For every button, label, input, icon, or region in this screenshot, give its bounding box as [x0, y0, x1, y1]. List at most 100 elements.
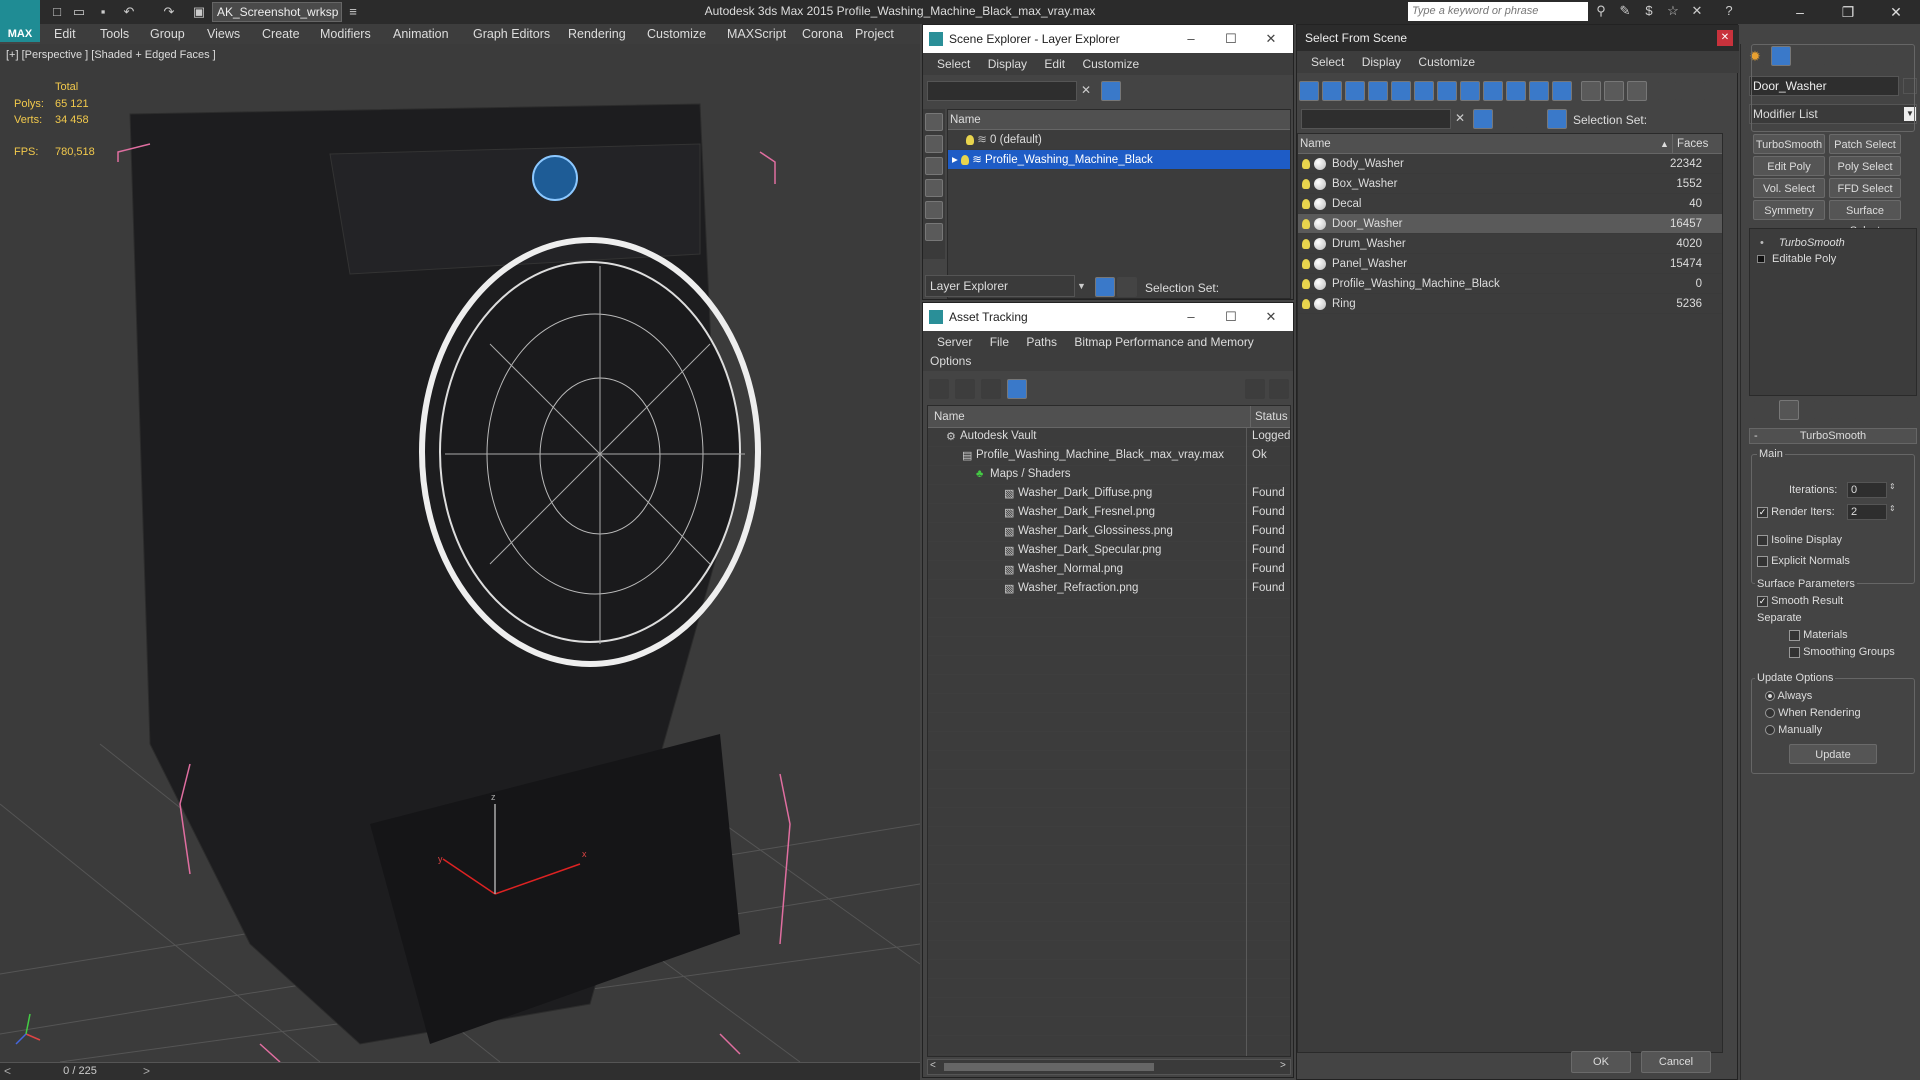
minimize-icon[interactable]: –	[1778, 0, 1822, 24]
spinner-arrows-icon[interactable]: ⇕	[1889, 504, 1896, 513]
maximize-icon[interactable]: ☐	[1211, 303, 1251, 331]
column-faces-header[interactable]: Faces	[1672, 134, 1708, 154]
remove-modifier-icon[interactable]	[1837, 400, 1857, 420]
list-view-icon[interactable]	[955, 379, 975, 399]
display-groups-icon[interactable]	[1437, 81, 1457, 101]
layer-filter-icon[interactable]	[1495, 109, 1515, 129]
time-slider[interactable]: < 0 / 225 >	[0, 1062, 920, 1080]
menu-rendering[interactable]: Rendering	[568, 24, 626, 44]
ffd-select-button[interactable]: FFD Select	[1829, 178, 1901, 198]
select-all-icon[interactable]	[1581, 81, 1601, 101]
minimize-icon[interactable]: –	[1171, 303, 1211, 331]
object-row[interactable]: Drum_Washer 4020	[1298, 234, 1722, 254]
turbosmooth-button[interactable]: TurboSmooth	[1753, 134, 1825, 154]
light-bulb-icon[interactable]	[1302, 199, 1310, 209]
sort-ascending-icon[interactable]: ▲	[1660, 134, 1669, 154]
light-bulb-icon[interactable]	[1302, 159, 1310, 169]
pin-stack-icon[interactable]	[1753, 400, 1773, 420]
light-bulb-icon[interactable]	[1302, 279, 1310, 289]
menu-edit[interactable]: Edit	[54, 24, 76, 44]
asset-row[interactable]: ▧ Washer_Dark_Diffuse.png Found	[928, 485, 1290, 504]
close-icon[interactable]: ✕	[1717, 30, 1733, 46]
horizontal-scrollbar[interactable]: < >	[927, 1059, 1291, 1075]
smoothing-groups-row[interactable]: Smoothing Groups	[1789, 646, 1895, 658]
restore-icon[interactable]: ❐	[1826, 0, 1870, 24]
redo-icon[interactable]: ↷	[160, 3, 178, 21]
light-bulb-icon[interactable]	[1302, 239, 1310, 249]
configure-sets-icon[interactable]	[1889, 400, 1909, 420]
render-iters-spinner[interactable]: 2	[1847, 504, 1887, 520]
light-bulb-icon[interactable]	[966, 134, 974, 145]
maximize-icon[interactable]: ☐	[1211, 25, 1251, 53]
menu-customize[interactable]: Customize	[1082, 57, 1139, 71]
menu-edit[interactable]: Edit	[1044, 57, 1065, 71]
scroll-left-icon[interactable]: <	[930, 1060, 936, 1071]
prev-frame-icon[interactable]: <	[4, 1064, 11, 1078]
display-lights-icon[interactable]	[1345, 81, 1365, 101]
find-input[interactable]	[927, 81, 1077, 101]
always-radio[interactable]	[1765, 691, 1775, 702]
refresh-icon[interactable]	[929, 379, 949, 399]
surface-select-button[interactable]: Surface Select	[1829, 200, 1901, 237]
vol-select-button[interactable]: Vol. Select	[1753, 178, 1825, 198]
menu-display[interactable]: Display	[988, 57, 1027, 71]
asset-row[interactable]: ▧ Washer_Refraction.png Found	[928, 580, 1290, 599]
menu-customize[interactable]: Customize	[647, 24, 706, 44]
hierarchy-icon[interactable]	[1547, 109, 1567, 129]
ok-button[interactable]: OK	[1571, 1051, 1631, 1073]
scroll-right-icon[interactable]: >	[1280, 1060, 1286, 1071]
clear-search-icon[interactable]: ✕	[1455, 111, 1465, 125]
menu-tools[interactable]: Tools	[100, 24, 129, 44]
display-geometry-icon[interactable]	[1299, 81, 1319, 101]
column-name-header[interactable]: Name	[1300, 134, 1331, 154]
display-bones-icon[interactable]	[1483, 81, 1503, 101]
sort-icon[interactable]	[1680, 81, 1700, 101]
asset-row[interactable]: ▧ Washer_Dark_Glossiness.png Found	[928, 523, 1290, 542]
exchange-icon[interactable]: ✕	[1688, 3, 1706, 21]
menu-bitmap-performance[interactable]: Bitmap Performance and Memory	[1074, 335, 1253, 349]
make-unique-icon[interactable]	[1813, 400, 1833, 420]
light-bulb-icon[interactable]: •	[1760, 237, 1764, 249]
menu-select[interactable]: Select	[937, 57, 970, 71]
display-xrefs-icon[interactable]	[1460, 81, 1480, 101]
render-iters-checkbox[interactable]: ✓	[1757, 506, 1768, 518]
display-lights-icon[interactable]	[925, 157, 943, 175]
dropdown-arrow-icon[interactable]: ▼	[1077, 281, 1086, 291]
workspace-dropdown[interactable]: AK_Screenshot_wrksp	[212, 2, 342, 22]
menu-views[interactable]: Views	[207, 24, 240, 44]
display-helpers-icon[interactable]	[1391, 81, 1411, 101]
manually-radio[interactable]	[1765, 725, 1775, 736]
asset-row[interactable]: ▧ Washer_Dark_Fresnel.png Found	[928, 504, 1290, 523]
isoline-checkbox[interactable]	[1757, 534, 1768, 546]
menu-project-manager[interactable]: Project Man	[855, 24, 920, 61]
manually-row[interactable]: Manually	[1765, 724, 1822, 736]
undo-icon[interactable]: ↶	[120, 3, 138, 21]
isoline-row[interactable]: Isoline Display	[1757, 534, 1842, 546]
menu-options[interactable]: Options	[930, 354, 971, 368]
display-frozen-icon[interactable]	[1529, 81, 1549, 101]
settings-icon[interactable]	[1269, 379, 1289, 399]
when-rendering-row[interactable]: When Rendering	[1765, 707, 1861, 719]
display-hidden-icon[interactable]	[1552, 81, 1572, 101]
explicit-normals-row[interactable]: Explicit Normals	[1757, 555, 1850, 567]
object-row[interactable]: Box_Washer 1552	[1298, 174, 1722, 194]
subscription-icon[interactable]: $	[1640, 3, 1658, 21]
display-cameras-icon[interactable]	[1368, 81, 1388, 101]
scrollbar-thumb[interactable]	[944, 1063, 1154, 1071]
materials-checkbox[interactable]	[1789, 629, 1800, 641]
asset-row[interactable]: ▤ Profile_Washing_Machine_Black_max_vray.…	[928, 447, 1290, 466]
collapse-icon[interactable]	[1703, 81, 1723, 101]
new-file-icon[interactable]: □	[48, 3, 66, 21]
display-geometry-icon[interactable]	[925, 113, 943, 131]
help-icon[interactable]: ?	[1720, 3, 1738, 21]
always-row[interactable]: Always	[1765, 690, 1812, 702]
select-none-icon[interactable]	[1604, 81, 1624, 101]
asset-row[interactable]: ▧ Washer_Normal.png Found	[928, 561, 1290, 580]
layer-row-selected[interactable]: ▸ ≋ Profile_Washing_Machine_Black	[948, 150, 1290, 170]
light-bulb-icon[interactable]	[1302, 179, 1310, 189]
close-icon[interactable]: ✕	[1251, 25, 1291, 53]
layer-row[interactable]: ≋ 0 (default)	[948, 130, 1290, 150]
clear-search-icon[interactable]: ✕	[1081, 83, 1091, 97]
table-view-icon[interactable]	[1007, 379, 1027, 399]
select-invert-icon[interactable]	[1627, 81, 1647, 101]
